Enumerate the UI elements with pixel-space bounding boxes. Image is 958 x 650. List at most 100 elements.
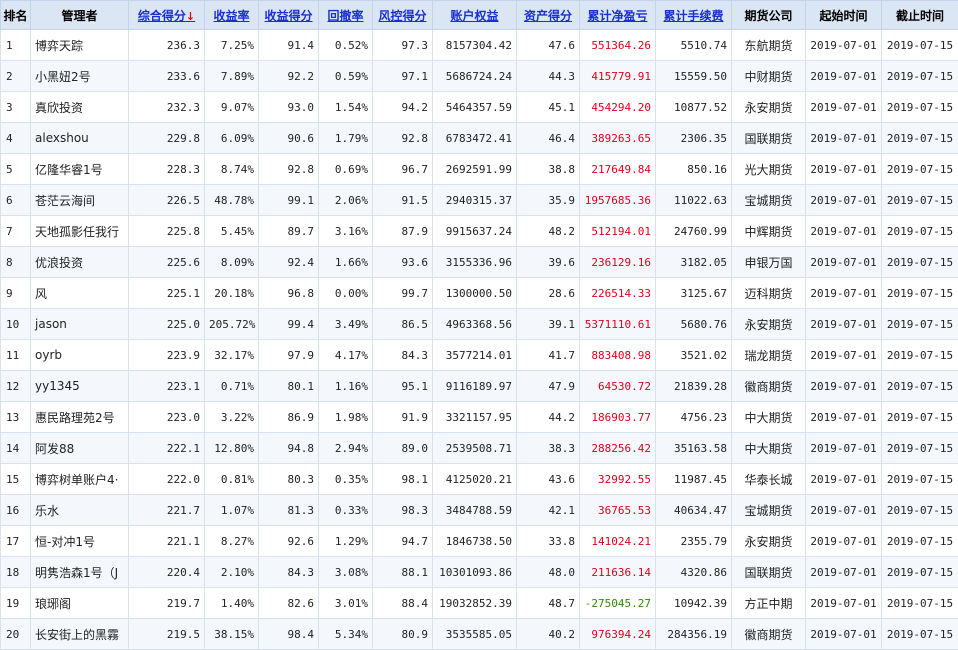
futures-company: 中大期货 — [732, 433, 806, 464]
table-row[interactable]: 16乐水221.71.07%81.30.33%98.33484788.5942.… — [1, 495, 958, 526]
net-profit-loss: 217649.84 — [580, 154, 656, 185]
return-score: 92.4 — [259, 247, 319, 278]
table-row[interactable]: 7天地孤影任我行225.85.45%89.73.16%87.99915637.2… — [1, 216, 958, 247]
rank-cell: 18 — [1, 557, 31, 588]
net-profit-loss: 288256.42 — [580, 433, 656, 464]
end-date: 2019-07-15 — [882, 340, 958, 371]
rank-cell: 4 — [1, 123, 31, 154]
net-profit-loss: 211636.14 — [580, 557, 656, 588]
score-cell: 225.8 — [129, 216, 205, 247]
table-row[interactable]: 19琅琊阁219.71.40%82.63.01%88.419032852.394… — [1, 588, 958, 619]
rank-cell: 8 — [1, 247, 31, 278]
header-row: 排名 管理者 综合得分↓收益率收益得分回撤率风控得分账户权益资产得分累计净盈亏累计手… — [1, 1, 958, 30]
return-score: 84.3 — [259, 557, 319, 588]
table-row[interactable]: 20长安街上的黑霧219.538.15%98.45.34%80.93535585… — [1, 619, 958, 650]
manager-name: 恒-对冲1号 — [31, 526, 129, 557]
drawdown-rate: 0.69% — [319, 154, 373, 185]
table-row[interactable]: 12yy1345223.10.71%80.11.16%95.19116189.9… — [1, 371, 958, 402]
start-date: 2019-07-01 — [806, 30, 882, 61]
asset-score: 46.4 — [517, 123, 580, 154]
table-row[interactable]: 6苍茫云海间226.548.78%99.12.06%91.52940315.37… — [1, 185, 958, 216]
fee-total: 24760.99 — [656, 216, 732, 247]
futures-company: 申银万国 — [732, 247, 806, 278]
column-header-label: 管理者 — [61, 9, 97, 23]
rank-cell: 9 — [1, 278, 31, 309]
start-date: 2019-07-01 — [806, 185, 882, 216]
risk-score: 96.7 — [373, 154, 433, 185]
table-row[interactable]: 3真欣投资232.39.07%93.01.54%94.25464357.5945… — [1, 92, 958, 123]
return-rate: 7.25% — [205, 30, 259, 61]
manager-name: alexshou — [31, 123, 129, 154]
account-equity: 3155336.96 — [433, 247, 517, 278]
column-header-score[interactable]: 综合得分↓ — [129, 1, 205, 30]
column-header-company: 期货公司 — [732, 1, 806, 30]
column-header-return[interactable]: 收益率 — [205, 1, 259, 30]
column-header-drawdown[interactable]: 回撤率 — [319, 1, 373, 30]
table-row[interactable]: 1博弈天踪236.37.25%91.40.52%97.38157304.4247… — [1, 30, 958, 61]
net-profit-loss: 883408.98 — [580, 340, 656, 371]
risk-score: 98.3 — [373, 495, 433, 526]
account-equity: 8157304.42 — [433, 30, 517, 61]
table-row[interactable]: 4alexshou229.86.09%90.61.79%92.86783472.… — [1, 123, 958, 154]
net-profit-loss: 454294.20 — [580, 92, 656, 123]
account-equity: 3577214.01 — [433, 340, 517, 371]
table-row[interactable]: 2小黑妞2号233.67.89%92.20.59%97.15686724.244… — [1, 61, 958, 92]
manager-name: 苍茫云海间 — [31, 185, 129, 216]
table-row[interactable]: 5亿隆华睿1号228.38.74%92.80.69%96.72692591.99… — [1, 154, 958, 185]
net-profit-loss: 36765.53 — [580, 495, 656, 526]
net-profit-loss: 415779.91 — [580, 61, 656, 92]
column-header-fee[interactable]: 累计手续费 — [656, 1, 732, 30]
risk-score: 93.6 — [373, 247, 433, 278]
fee-total: 284356.19 — [656, 619, 732, 650]
rank-cell: 3 — [1, 92, 31, 123]
column-header-risk_score[interactable]: 风控得分 — [373, 1, 433, 30]
table-body: 1博弈天踪236.37.25%91.40.52%97.38157304.4247… — [1, 30, 958, 650]
risk-score: 97.3 — [373, 30, 433, 61]
table-row[interactable]: 11oyrb223.932.17%97.94.17%84.33577214.01… — [1, 340, 958, 371]
fee-total: 850.16 — [656, 154, 732, 185]
table-row[interactable]: 13惠民路理苑2号223.03.22%86.91.98%91.93321157.… — [1, 402, 958, 433]
score-cell: 219.7 — [129, 588, 205, 619]
drawdown-rate: 2.06% — [319, 185, 373, 216]
drawdown-rate: 1.98% — [319, 402, 373, 433]
end-date: 2019-07-15 — [882, 30, 958, 61]
fee-total: 4320.86 — [656, 557, 732, 588]
fee-total: 3125.67 — [656, 278, 732, 309]
start-date: 2019-07-01 — [806, 309, 882, 340]
score-cell: 225.1 — [129, 278, 205, 309]
return-score: 81.3 — [259, 495, 319, 526]
fee-total: 40634.47 — [656, 495, 732, 526]
futures-company: 永安期货 — [732, 92, 806, 123]
manager-name: 明隽浩森1号（J — [31, 557, 129, 588]
return-score: 93.0 — [259, 92, 319, 123]
return-rate: 8.74% — [205, 154, 259, 185]
column-header-label: 排名 — [3, 9, 27, 23]
net-profit-loss: 1957685.36 — [580, 185, 656, 216]
return-score: 99.4 — [259, 309, 319, 340]
column-header-return_score[interactable]: 收益得分 — [259, 1, 319, 30]
table-row[interactable]: 18明隽浩森1号（J220.42.10%84.33.08%88.11030109… — [1, 557, 958, 588]
risk-score: 84.3 — [373, 340, 433, 371]
manager-name: 亿隆华睿1号 — [31, 154, 129, 185]
futures-company: 中大期货 — [732, 402, 806, 433]
return-score: 96.8 — [259, 278, 319, 309]
table-row[interactable]: 10jason225.0205.72%99.43.49%86.54963368.… — [1, 309, 958, 340]
manager-name: 乐水 — [31, 495, 129, 526]
sort-desc-arrow-icon[interactable]: ↓ — [186, 10, 195, 23]
column-header-net_pl[interactable]: 累计净盈亏 — [580, 1, 656, 30]
table-row[interactable]: 17恒-对冲1号221.18.27%92.61.29%94.71846738.5… — [1, 526, 958, 557]
start-date: 2019-07-01 — [806, 92, 882, 123]
table-row[interactable]: 15博弈树单账户4·222.00.81%80.30.35%98.14125020… — [1, 464, 958, 495]
drawdown-rate: 3.08% — [319, 557, 373, 588]
score-cell: 223.0 — [129, 402, 205, 433]
drawdown-rate: 0.52% — [319, 30, 373, 61]
net-profit-loss: 141024.21 — [580, 526, 656, 557]
drawdown-rate: 1.66% — [319, 247, 373, 278]
table-row[interactable]: 9风225.120.18%96.80.00%99.71300000.5028.6… — [1, 278, 958, 309]
table-row[interactable]: 14阿发88222.112.80%94.82.94%89.02539508.71… — [1, 433, 958, 464]
table-row[interactable]: 8优浪投资225.68.09%92.41.66%93.63155336.9639… — [1, 247, 958, 278]
column-header-asset_score[interactable]: 资产得分 — [517, 1, 580, 30]
futures-company: 国联期货 — [732, 123, 806, 154]
return-rate: 205.72% — [205, 309, 259, 340]
column-header-equity[interactable]: 账户权益 — [433, 1, 517, 30]
